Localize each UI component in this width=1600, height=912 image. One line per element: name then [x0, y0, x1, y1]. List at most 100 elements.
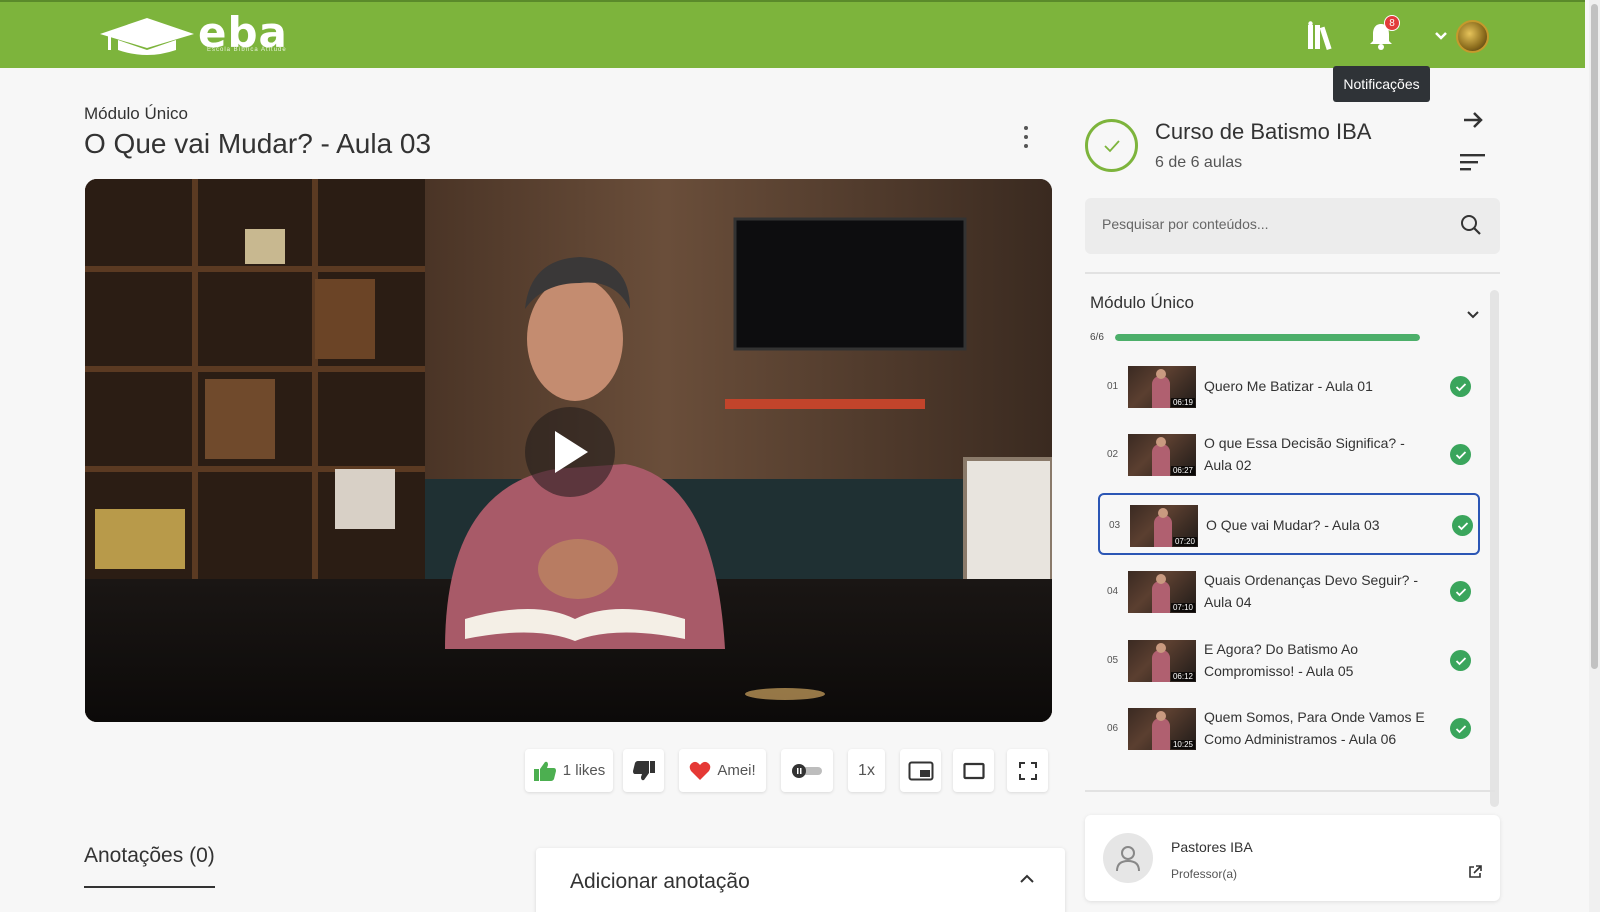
lesson-duration: 06:19 — [1170, 398, 1195, 407]
check-icon — [1450, 650, 1471, 671]
check-icon — [1450, 581, 1471, 602]
top-bar: eba Escola Bíblica Atitude 8 — [0, 0, 1585, 68]
module-progress-fill — [1115, 334, 1420, 341]
lesson-item[interactable]: 05 06:12 E Agora? Do Batismo Ao Compromiss… — [1098, 630, 1480, 692]
arrow-right-icon[interactable] — [1461, 108, 1485, 132]
likes-count: 1 likes — [562, 762, 606, 779]
lesson-item[interactable]: 01 06:19 Quero Me Batizar - Aula 01 — [1098, 356, 1480, 418]
thumbnail-figure-head — [1156, 711, 1166, 721]
lesson-duration: 06:27 — [1170, 466, 1195, 475]
lesson-duration: 10:25 — [1170, 740, 1195, 749]
love-button[interactable]: Amei! — [679, 749, 766, 792]
thumbnail-figure — [1154, 515, 1172, 547]
course-complete-icon — [1085, 119, 1138, 172]
check-icon — [1450, 376, 1471, 397]
play-button[interactable] — [525, 407, 615, 497]
user-icon — [1103, 833, 1153, 883]
module-progress-count: 6/6 — [1090, 332, 1104, 343]
dislike-button[interactable] — [623, 749, 664, 792]
lesson-thumbnail: 07:20 — [1130, 505, 1198, 547]
thumbnail-figure-head — [1156, 643, 1166, 653]
add-note-label: Adicionar anotação — [570, 870, 750, 893]
teacher-name: Pastores IBA — [1171, 839, 1253, 855]
theater-mode-button[interactable] — [953, 749, 994, 792]
lesson-number: 06 — [1107, 723, 1119, 734]
external-link-icon[interactable] — [1468, 865, 1482, 879]
page-scrollbar-thumb[interactable] — [1591, 4, 1598, 669]
lesson-number: 05 — [1107, 655, 1119, 666]
notes-tab-underline — [84, 886, 215, 888]
search-input[interactable] — [1102, 216, 1442, 232]
avatar[interactable] — [1456, 20, 1489, 53]
graduation-cap-icon — [100, 18, 194, 55]
lesson-item[interactable]: 04 07:10 Quais Ordenanças Devo Seguir? - A… — [1098, 561, 1480, 623]
lesson-item[interactable]: 03 07:20 O Que vai Mudar? - Aula 03 — [1098, 493, 1480, 555]
sidebar-divider — [1085, 272, 1500, 274]
autoplay-toggle[interactable] — [781, 749, 833, 792]
more-options-icon[interactable] — [1014, 122, 1038, 152]
picture-in-picture-icon — [908, 761, 933, 780]
check-icon — [1452, 515, 1473, 536]
lesson-title: Quem Somos, Para Onde Vamos E Como Admin… — [1204, 709, 1425, 747]
lesson-thumbnail: 06:27 — [1128, 434, 1196, 476]
thumbnail-figure — [1152, 718, 1170, 750]
logo-subtitle: Escola Bíblica Atitude — [207, 47, 287, 53]
lesson-item[interactable]: 06 10:25 Quem Somos, Para Onde Vamos E Com… — [1098, 698, 1480, 760]
thumbnail-figure-head — [1156, 369, 1166, 379]
lesson-duration: 07:10 — [1170, 603, 1195, 612]
lesson-title: Quais Ordenanças Devo Seguir? - Aula 04 — [1204, 572, 1418, 610]
toggle-icon — [792, 763, 822, 778]
course-title: Curso de Batismo IBA — [1155, 119, 1372, 144]
notifications-tooltip: Notificações — [1333, 66, 1430, 102]
course-lesson-count: 6 de 6 aulas — [1155, 154, 1243, 171]
fullscreen-button[interactable] — [1007, 749, 1048, 792]
lesson-duration: 07:20 — [1172, 537, 1197, 546]
check-icon — [1450, 718, 1471, 739]
lesson-thumbnail: 10:25 — [1128, 708, 1196, 750]
thumbnail-figure — [1152, 581, 1170, 613]
play-icon — [555, 431, 588, 473]
lesson-item[interactable]: 02 06:27 O que Essa Decisão Significa? - A… — [1098, 424, 1480, 486]
thumbnail-figure — [1152, 376, 1170, 408]
lesson-number: 04 — [1107, 586, 1119, 597]
chevron-up-icon[interactable] — [1019, 874, 1035, 884]
lesson-title: E Agora? Do Batismo Ao Compromisso! - Au… — [1204, 641, 1359, 679]
library-icon[interactable] — [1306, 20, 1340, 52]
love-label: Amei! — [717, 762, 756, 779]
chevron-down-icon[interactable] — [1466, 310, 1480, 320]
thumbnail-figure-head — [1158, 508, 1168, 518]
module-title[interactable]: Módulo Único — [1090, 293, 1194, 313]
like-button[interactable]: 1 likes — [525, 749, 613, 792]
sort-icon[interactable] — [1460, 152, 1486, 172]
lesson-list-scrollbar[interactable] — [1490, 290, 1499, 807]
fullscreen-icon — [1018, 761, 1037, 780]
heart-icon — [690, 761, 711, 780]
teacher-card: Pastores IBA Professor(a) — [1085, 815, 1500, 901]
search-box — [1085, 198, 1500, 254]
thumbnail-figure — [1152, 444, 1170, 476]
lesson-duration: 06:12 — [1170, 672, 1195, 681]
teacher-role: Professor(a) — [1171, 867, 1238, 881]
page-scrollbar[interactable] — [1589, 0, 1600, 912]
search-icon[interactable] — [1460, 214, 1482, 236]
lesson-thumbnail: 07:10 — [1128, 571, 1196, 613]
video-player[interactable] — [85, 179, 1052, 722]
check-icon — [1450, 444, 1471, 465]
pip-button[interactable] — [900, 749, 941, 792]
chevron-down-icon[interactable] — [1424, 20, 1458, 52]
lesson-number: 02 — [1107, 449, 1119, 460]
lesson-number: 03 — [1109, 520, 1121, 531]
module-label: Módulo Único — [84, 104, 188, 123]
page-title: O Que vai Mudar? - Aula 03 — [84, 128, 432, 159]
speed-label: 1x — [858, 761, 875, 779]
thumbnail-figure-head — [1156, 437, 1166, 447]
theater-mode-icon — [962, 762, 985, 779]
notification-badge: 8 — [1384, 15, 1400, 31]
lesson-number: 01 — [1107, 381, 1119, 392]
module-progress-bar — [1115, 334, 1420, 341]
lesson-thumbnail: 06:19 — [1128, 366, 1196, 408]
thumbnail-figure — [1152, 650, 1170, 682]
add-note-panel[interactable]: Adicionar anotação — [536, 848, 1065, 912]
speed-button[interactable]: 1x — [848, 749, 885, 792]
notes-tab[interactable]: Anotações (0) — [84, 844, 215, 868]
